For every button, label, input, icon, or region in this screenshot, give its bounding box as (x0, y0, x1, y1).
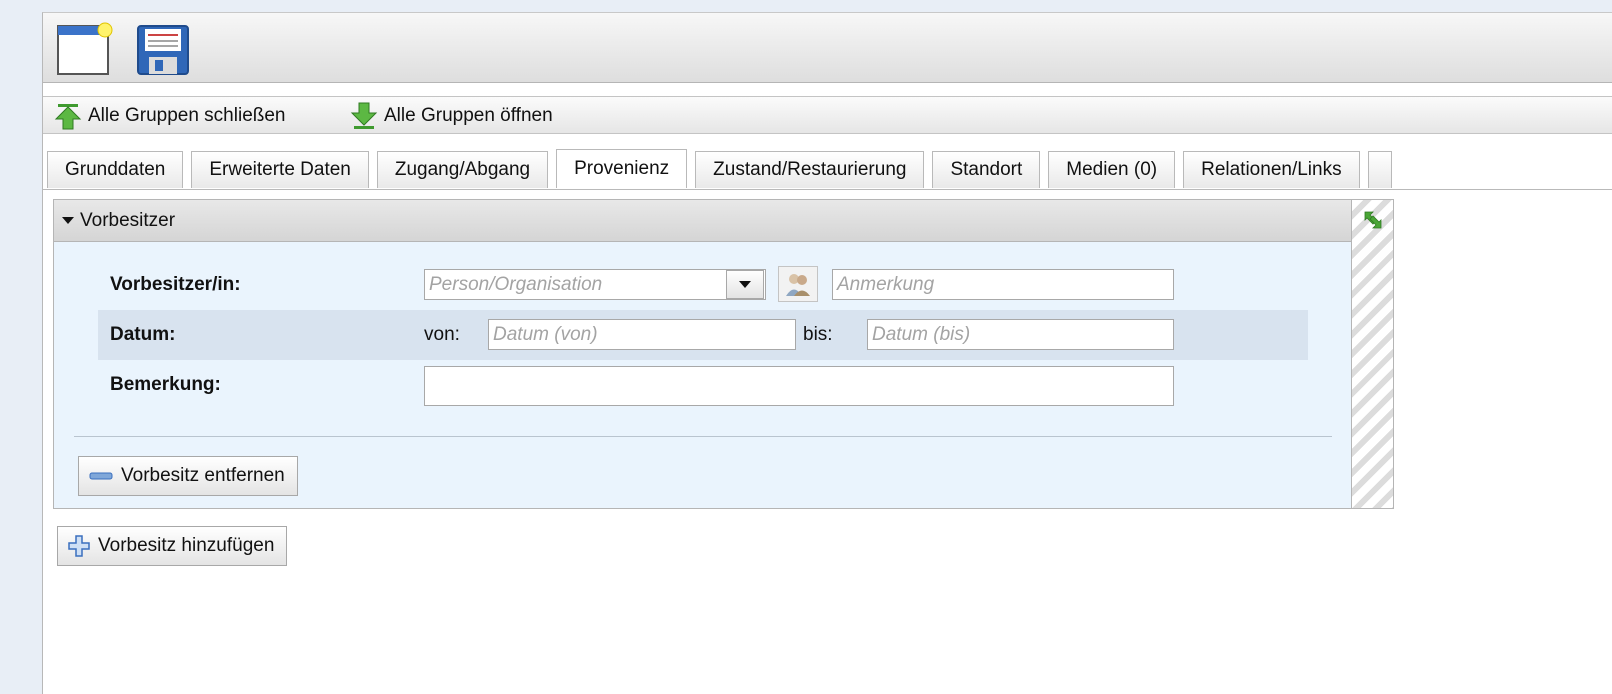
owner-dropdown-button[interactable] (726, 270, 764, 299)
vorbesitzer-group: Vorbesitzer Vorbesitzer/in: Person/Organ… (53, 199, 1394, 509)
date-to-input[interactable]: Datum (bis) (867, 319, 1174, 350)
from-label: von: (424, 324, 460, 345)
main-toolbar (43, 13, 1612, 83)
remark-textarea[interactable] (424, 366, 1174, 406)
add-owner-button[interactable]: Vorbesitz hinzufügen (57, 526, 288, 566)
owner-label: Vorbesitzer/in: (110, 274, 241, 295)
open-all-groups-label: Alle Gruppen öffnen (384, 105, 553, 126)
remove-owner-label: Vorbesitz entfernen (121, 465, 285, 486)
minus-icon (89, 472, 113, 480)
group-toggle-bar: Alle Gruppen schließen Alle Gruppen öffn… (43, 96, 1612, 134)
tab-label: Standort (950, 159, 1023, 180)
caret-down-icon (62, 217, 74, 224)
move-arrows-icon[interactable] (1361, 208, 1385, 232)
tab-label: Zustand/Restaurierung (713, 159, 907, 180)
date-label: Datum: (110, 324, 176, 345)
tab-medien[interactable]: Medien (0) (1048, 151, 1176, 188)
save-button[interactable] (134, 20, 192, 78)
date-row: Datum: von: Datum (von) bis: Datum (bis) (98, 310, 1308, 360)
remove-owner-button[interactable]: Vorbesitz entfernen (78, 456, 298, 496)
group-side-strip (1351, 200, 1393, 508)
group-divider (74, 436, 1332, 437)
tab-label: Medien (0) (1066, 159, 1158, 180)
close-all-groups-button[interactable]: Alle Gruppen schließen (53, 97, 286, 135)
chevron-down-icon (739, 281, 751, 288)
note-input[interactable]: Anmerkung (832, 269, 1174, 300)
new-document-icon (57, 22, 113, 75)
new-document-button[interactable] (55, 20, 113, 78)
arrow-up-green-icon (54, 104, 82, 130)
tab-provenienz[interactable]: Provenienz (556, 149, 688, 188)
tab-zugang-abgang[interactable]: Zugang/Abgang (376, 151, 549, 188)
owner-placeholder: Person/Organisation (429, 273, 603, 295)
group-header[interactable]: Vorbesitzer (54, 200, 1351, 242)
tab-label: Provenienz (574, 158, 670, 179)
editor-page: Alle Gruppen schließen Alle Gruppen öffn… (42, 12, 1612, 694)
tab-erweiterte-daten[interactable]: Erweiterte Daten (191, 151, 369, 188)
tab-label: Erweiterte Daten (209, 159, 351, 180)
tab-label: Zugang/Abgang (394, 159, 531, 180)
tab-grunddaten[interactable]: Grunddaten (47, 151, 184, 188)
date-from-placeholder: Datum (von) (493, 323, 598, 345)
date-from-input[interactable]: Datum (von) (488, 319, 796, 350)
arrow-down-green-icon (350, 102, 378, 129)
tab-label: Grunddaten (65, 159, 166, 180)
tab-overflow[interactable] (1367, 151, 1392, 188)
plus-icon (68, 535, 90, 557)
note-placeholder: Anmerkung (837, 273, 935, 295)
close-all-groups-label: Alle Gruppen schließen (88, 105, 286, 126)
remark-label: Bemerkung: (110, 374, 221, 395)
group-title: Vorbesitzer (80, 209, 176, 231)
tab-label: Relationen/Links (1201, 159, 1342, 180)
date-to-placeholder: Datum (bis) (872, 323, 971, 345)
tab-standort[interactable]: Standort (932, 151, 1041, 188)
floppy-disk-icon (137, 25, 189, 75)
tab-relationen-links[interactable]: Relationen/Links (1183, 151, 1360, 188)
person-lookup-button[interactable] (778, 266, 818, 302)
tab-bar: Grunddaten Erweiterte Daten Zugang/Abgan… (47, 149, 1392, 190)
open-all-groups-button[interactable]: Alle Gruppen öffnen (349, 97, 553, 135)
to-label: bis: (803, 324, 833, 345)
add-owner-label: Vorbesitz hinzufügen (98, 535, 275, 556)
owner-combo-input[interactable]: Person/Organisation (424, 269, 766, 300)
owner-row: Vorbesitzer/in: Person/Organisation Anme… (98, 260, 1308, 310)
remark-row: Bemerkung: (98, 360, 1308, 410)
tab-zustand-restaurierung[interactable]: Zustand/Restaurierung (695, 151, 925, 188)
person-group-icon (786, 274, 810, 296)
